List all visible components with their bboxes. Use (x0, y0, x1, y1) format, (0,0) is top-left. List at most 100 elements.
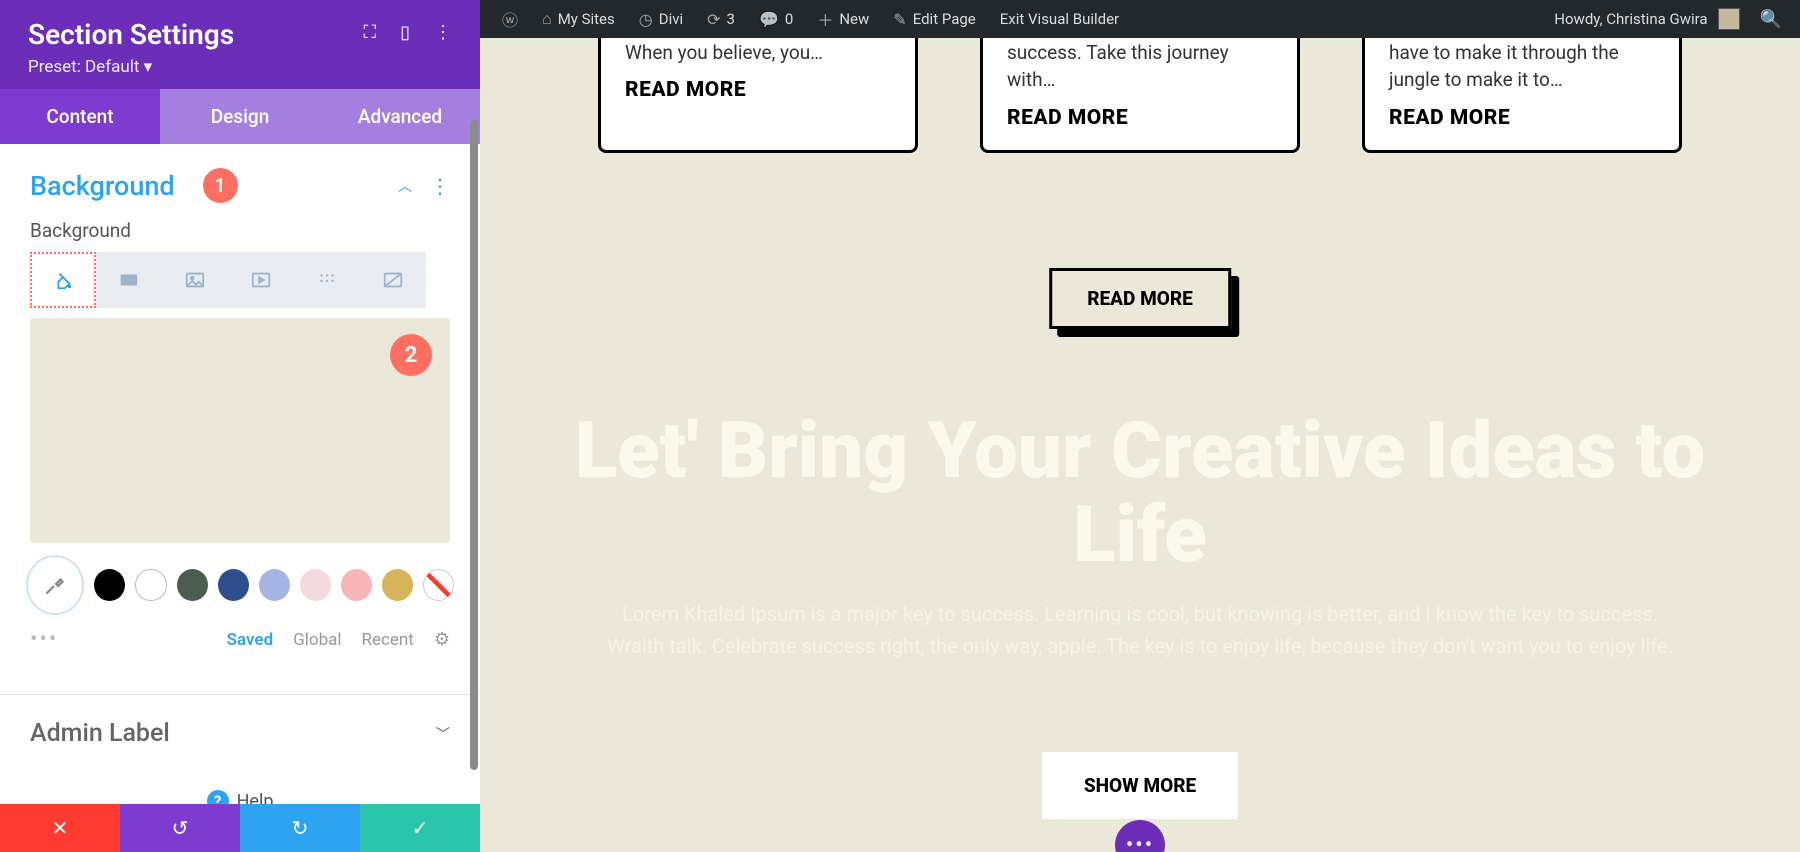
background-color-preview[interactable]: 2 (30, 318, 450, 543)
show-more-button[interactable]: SHOW MORE (1042, 752, 1238, 819)
updates-count: 3 (727, 10, 735, 28)
panel-body: Background 1 ︿ ⋮ Background (0, 144, 480, 804)
swatch-black[interactable] (94, 569, 125, 601)
bg-video-tab[interactable] (228, 252, 294, 308)
annotation-badge-1: 1 (203, 168, 238, 203)
tab-content[interactable]: Content (0, 89, 160, 144)
more-icon[interactable]: ⋮ (434, 22, 452, 43)
paint-bucket-icon (52, 269, 74, 291)
eyedropper-button[interactable] (26, 555, 84, 615)
card-excerpt: through the pathway of more success. Tak… (1007, 38, 1273, 94)
chevron-up-icon[interactable]: ︿ (398, 176, 412, 196)
preset-dropdown[interactable]: Preset: Default ▾ (28, 57, 452, 77)
pencil-icon: ✎ (893, 10, 906, 29)
blog-cards: succeed you must believe. When you belie… (480, 38, 1800, 153)
admin-label-title: Admin Label (30, 719, 436, 748)
responsive-icon[interactable]: ▯ (400, 22, 410, 43)
hero-section: Let' Bring Your Creative Ideas to Life L… (480, 410, 1800, 662)
updates-link[interactable]: ⟳3 (695, 0, 747, 38)
card-readmore-link[interactable]: READ MORE (1007, 106, 1273, 130)
annotation-badge-2: 2 (390, 334, 432, 376)
new-link[interactable]: ＋ New (805, 0, 881, 38)
comment-icon: 💬 (759, 10, 779, 29)
mask-icon (382, 269, 404, 291)
gradient-icon (118, 269, 140, 291)
tab-design[interactable]: Design (160, 89, 320, 144)
refresh-icon: ⟳ (707, 10, 720, 29)
read-more-button[interactable]: READ MORE (1049, 268, 1231, 329)
palette-links: ••• Saved Global Recent ⚙ (0, 615, 480, 652)
hero-title: Let' Bring Your Creative Ideas to Life (520, 410, 1760, 578)
wp-logo[interactable]: ⓦ (490, 0, 530, 38)
my-sites-link[interactable]: ⌂ My Sites (530, 0, 627, 38)
admin-label-section-header[interactable]: Admin Label ﹀ (0, 695, 480, 772)
blog-card[interactable]: angels. Let me be clear, you have to mak… (1362, 38, 1682, 153)
panel-tabs: Content Design Advanced (0, 89, 480, 144)
exit-label: Exit Visual Builder (1000, 10, 1119, 28)
card-excerpt: succeed you must believe. When you belie… (625, 38, 891, 66)
swatch-pink[interactable] (341, 569, 372, 601)
palette-gear-icon[interactable]: ⚙ (434, 629, 450, 650)
my-sites-label: My Sites (558, 10, 615, 28)
hero-body: Lorem Khaled Ipsum is a major key to suc… (600, 598, 1680, 662)
blog-card[interactable]: through the pathway of more success. Tak… (980, 38, 1300, 153)
color-swatches (0, 543, 480, 615)
tab-advanced[interactable]: Advanced (320, 89, 480, 144)
edit-page-link[interactable]: ✎ Edit Page (881, 0, 987, 38)
swatch-blush[interactable] (300, 569, 331, 601)
bg-pattern-tab[interactable] (294, 252, 360, 308)
section-more-icon[interactable]: ⋮ (430, 174, 450, 198)
swatch-clear[interactable] (423, 569, 454, 601)
palette-recent-link[interactable]: Recent (362, 630, 414, 650)
comments-link[interactable]: 💬0 (747, 0, 805, 38)
plus-icon: ＋ (817, 7, 833, 31)
edit-page-label: Edit Page (913, 10, 976, 28)
pattern-icon (316, 269, 338, 291)
user-menu[interactable]: Howdy, Christina Gwira (1542, 0, 1751, 38)
help-label: Help (237, 791, 274, 805)
card-readmore-link[interactable]: READ MORE (625, 78, 891, 102)
swatch-navy[interactable] (218, 569, 249, 601)
help-row[interactable]: ? Help (0, 772, 480, 804)
expand-icon[interactable]: ⛶ (363, 22, 376, 43)
panel-scrollbar[interactable] (470, 120, 478, 770)
palette-saved-link[interactable]: Saved (227, 630, 274, 650)
cancel-button[interactable]: ✕ (0, 804, 120, 852)
eyedropper-icon (42, 572, 68, 598)
background-sublabel: Background (0, 209, 480, 248)
save-button[interactable]: ✓ (360, 804, 480, 852)
palette-global-link[interactable]: Global (293, 630, 341, 650)
gauge-icon: ◷ (639, 10, 653, 29)
site-link[interactable]: ◷Divi (627, 0, 695, 38)
builder-fab[interactable]: ••• (1115, 820, 1165, 852)
blog-card[interactable]: succeed you must believe. When you belie… (598, 38, 918, 153)
help-icon: ? (207, 790, 229, 804)
wp-admin-bar: ⓦ ⌂My Sites ◷Divi ⟳3 💬0 ＋New ✎Edit Page … (480, 0, 1800, 38)
card-readmore-link[interactable]: READ MORE (1389, 106, 1655, 130)
background-type-tabs (0, 248, 480, 308)
swatch-periwinkle[interactable] (259, 569, 290, 601)
avatar (1718, 8, 1740, 30)
swatch-olive[interactable] (177, 569, 208, 601)
settings-panel: Section Settings Preset: Default ▾ ⛶ ▯ ⋮… (0, 0, 480, 852)
bg-mask-tab[interactable] (360, 252, 426, 308)
admin-search-icon[interactable]: 🔍 (1752, 9, 1790, 30)
image-icon (184, 269, 206, 291)
bg-gradient-tab[interactable] (96, 252, 162, 308)
comments-count: 0 (785, 10, 793, 28)
sites-icon: ⌂ (542, 9, 552, 29)
bg-image-tab[interactable] (162, 252, 228, 308)
undo-button[interactable]: ↺ (120, 804, 240, 852)
bg-color-tab[interactable] (30, 252, 96, 308)
readmore-section: READ MORE (1049, 268, 1231, 329)
exit-visual-builder-link[interactable]: Exit Visual Builder (988, 0, 1131, 38)
swatch-white[interactable] (135, 569, 166, 601)
new-label: New (839, 10, 869, 28)
card-excerpt: angels. Let me be clear, you have to mak… (1389, 38, 1655, 94)
background-section-header[interactable]: Background 1 ︿ ⋮ (0, 144, 480, 209)
redo-button[interactable]: ↻ (240, 804, 360, 852)
chevron-down-icon[interactable]: ﹀ (436, 724, 450, 744)
panel-footer: ✕ ↺ ↻ ✓ (0, 804, 480, 852)
swatch-gold[interactable] (382, 569, 413, 601)
palette-more-icon[interactable]: ••• (30, 627, 58, 652)
